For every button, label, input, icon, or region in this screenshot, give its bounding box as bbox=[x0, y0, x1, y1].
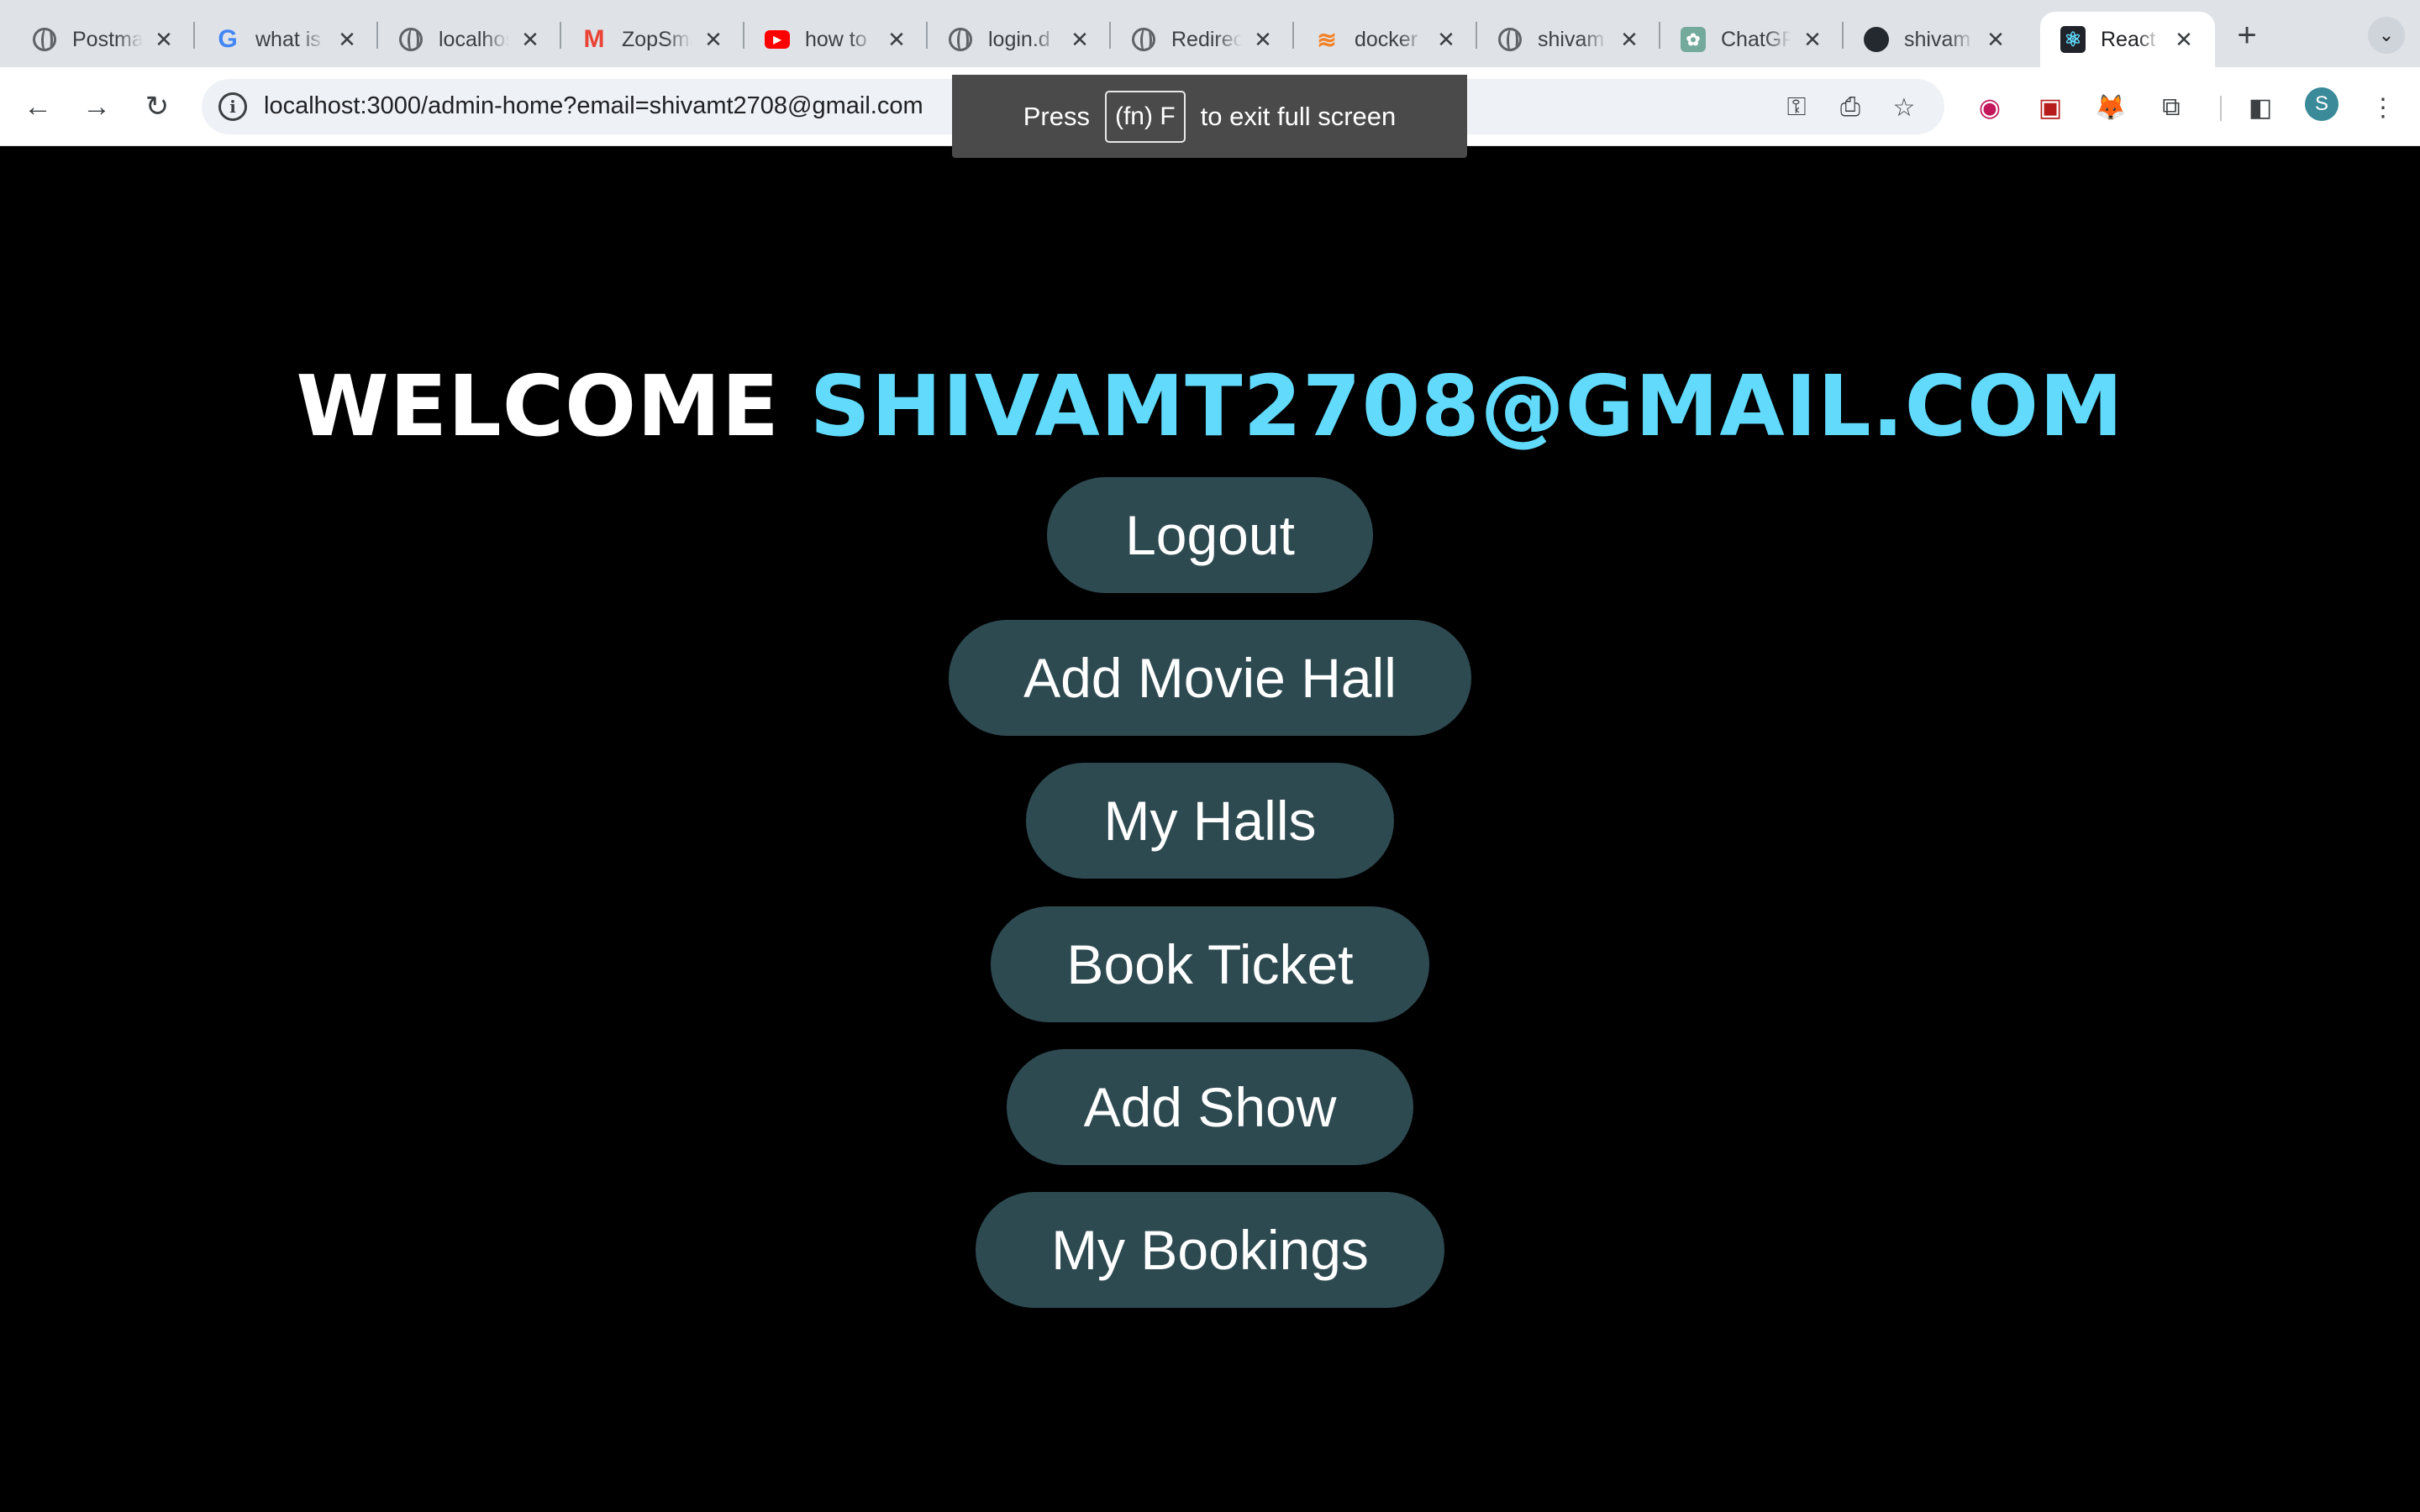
tab-title: login.d bbox=[988, 27, 1050, 51]
stackoverflow-icon: ≋ bbox=[1317, 26, 1337, 53]
close-icon[interactable]: ✕ bbox=[701, 27, 726, 52]
tab-title: docker bbox=[1355, 27, 1418, 51]
reload-button[interactable]: ↻ bbox=[136, 86, 178, 128]
extension-icon[interactable]: ▣ bbox=[2032, 89, 2069, 126]
user-email: SHIVAMT2708@GMAIL.COM bbox=[809, 357, 2124, 455]
avatar[interactable]: S bbox=[2305, 87, 2338, 121]
key-icon[interactable]: ⚿ bbox=[1780, 91, 1813, 124]
add-movie-hall-button[interactable]: Add Movie Hall bbox=[949, 620, 1471, 736]
tab-title: localhost bbox=[439, 27, 509, 51]
globe-icon bbox=[948, 27, 973, 52]
admin-home-page: WELCOME SHIVAMT2708@GMAIL.COM Logout Add… bbox=[0, 147, 2420, 1512]
youtube-icon: ▶ bbox=[765, 27, 790, 52]
close-icon[interactable]: ✕ bbox=[518, 27, 543, 52]
info-icon[interactable]: i bbox=[218, 92, 247, 121]
github-icon bbox=[1864, 27, 1889, 52]
tab-title: how to bbox=[805, 27, 867, 51]
tab-search-button[interactable]: ⌄ bbox=[2368, 17, 2405, 54]
toolbar-divider bbox=[2220, 96, 2222, 121]
puzzle-icon[interactable]: ⧉ bbox=[2153, 89, 2190, 126]
globe-icon bbox=[398, 27, 424, 52]
arrow-right-icon: → bbox=[82, 90, 111, 123]
book-ticket-button[interactable]: Book Ticket bbox=[991, 906, 1429, 1022]
install-app-icon[interactable]: ⎙ bbox=[1833, 91, 1867, 124]
tab-postman[interactable]: Postman ✕ bbox=[12, 12, 195, 67]
close-icon[interactable]: ✕ bbox=[1067, 27, 1092, 52]
globe-icon bbox=[1497, 27, 1523, 52]
close-icon[interactable]: ✕ bbox=[1434, 27, 1459, 52]
tab-login[interactable]: login.d ✕ bbox=[928, 12, 1111, 67]
chevron-down-icon: ⌄ bbox=[2378, 24, 2395, 45]
tab-docker[interactable]: ≋ docker ✕ bbox=[1294, 12, 1477, 67]
logout-button[interactable]: Logout bbox=[1047, 477, 1373, 593]
close-icon[interactable]: ✕ bbox=[1250, 27, 1276, 52]
reload-icon: ↻ bbox=[145, 91, 170, 123]
welcome-word: WELCOME bbox=[296, 357, 780, 455]
hint-prefix: Press bbox=[1023, 101, 1090, 131]
chatgpt-icon: ✿ bbox=[1681, 27, 1706, 52]
tab-title: Redirect bbox=[1171, 27, 1242, 51]
metamask-icon[interactable]: 🦊 bbox=[2092, 89, 2129, 126]
tab-shivam-2[interactable]: shivam ✕ bbox=[1844, 12, 2027, 67]
close-icon[interactable]: ✕ bbox=[884, 27, 909, 52]
close-icon[interactable]: ✕ bbox=[2171, 27, 2196, 52]
close-icon[interactable]: ✕ bbox=[1617, 27, 1642, 52]
tab-redirect[interactable]: Redirect ✕ bbox=[1111, 12, 1294, 67]
tab-what-is[interactable]: G what is ✕ bbox=[195, 12, 378, 67]
tab-title: Postman bbox=[72, 27, 143, 51]
gmail-icon: M bbox=[583, 25, 605, 53]
tab-title: shivam bbox=[1538, 27, 1605, 51]
react-icon: ⚛ bbox=[2060, 26, 2086, 53]
tab-shivam-1[interactable]: shivam ✕ bbox=[1477, 12, 1660, 67]
page-title: WELCOME SHIVAMT2708@GMAIL.COM bbox=[0, 357, 2420, 455]
globe-icon bbox=[1131, 27, 1156, 52]
new-tab-button[interactable]: + bbox=[2227, 15, 2267, 55]
close-icon[interactable]: ✕ bbox=[1800, 27, 1825, 52]
side-panel-icon[interactable]: ◧ bbox=[2242, 89, 2279, 126]
hint-suffix: to exit full screen bbox=[1200, 101, 1397, 131]
forward-button[interactable]: → bbox=[76, 86, 118, 128]
kebab-menu-icon[interactable]: ⋮ bbox=[2365, 89, 2402, 126]
add-show-button[interactable]: Add Show bbox=[1007, 1049, 1413, 1165]
tab-chatgpt[interactable]: ✿ ChatGPT ✕ bbox=[1660, 12, 1844, 67]
close-icon[interactable]: ✕ bbox=[151, 27, 176, 52]
close-icon[interactable]: ✕ bbox=[1983, 27, 2008, 52]
tab-how-to[interactable]: ▶ how to ✕ bbox=[744, 12, 928, 67]
globe-icon bbox=[32, 27, 57, 52]
back-button[interactable]: ← bbox=[17, 86, 59, 128]
tab-title: shivam bbox=[1904, 27, 1971, 51]
hint-key: (fn) F bbox=[1104, 90, 1186, 143]
screen-recorder-extension-icon[interactable]: ◉ bbox=[1971, 89, 2008, 126]
fullscreen-exit-hint: Press (fn) F to exit full screen bbox=[952, 75, 1467, 158]
my-bookings-button[interactable]: My Bookings bbox=[976, 1192, 1444, 1308]
google-icon: G bbox=[218, 25, 238, 53]
tab-strip: Postman ✕ G what is ✕ localhost ✕ M ZopS… bbox=[0, 0, 2420, 67]
url-text[interactable]: localhost:3000/admin-home?email=shivamt2… bbox=[264, 92, 923, 120]
close-icon[interactable]: ✕ bbox=[334, 27, 360, 52]
tab-zopsmart[interactable]: M ZopSmart ✕ bbox=[561, 12, 744, 67]
tab-localhost[interactable]: localhost ✕ bbox=[378, 12, 561, 67]
tab-title: ZopSmart bbox=[622, 27, 692, 51]
tab-title: ChatGPT bbox=[1721, 27, 1791, 51]
my-halls-button[interactable]: My Halls bbox=[1026, 763, 1394, 879]
star-icon[interactable]: ☆ bbox=[1887, 91, 1921, 124]
arrow-left-icon: ← bbox=[24, 90, 52, 123]
tab-title: what is bbox=[255, 27, 321, 51]
tab-react-app[interactable]: ⚛ React App ✕ bbox=[2040, 12, 2215, 67]
tab-title: React App bbox=[2101, 27, 2160, 51]
